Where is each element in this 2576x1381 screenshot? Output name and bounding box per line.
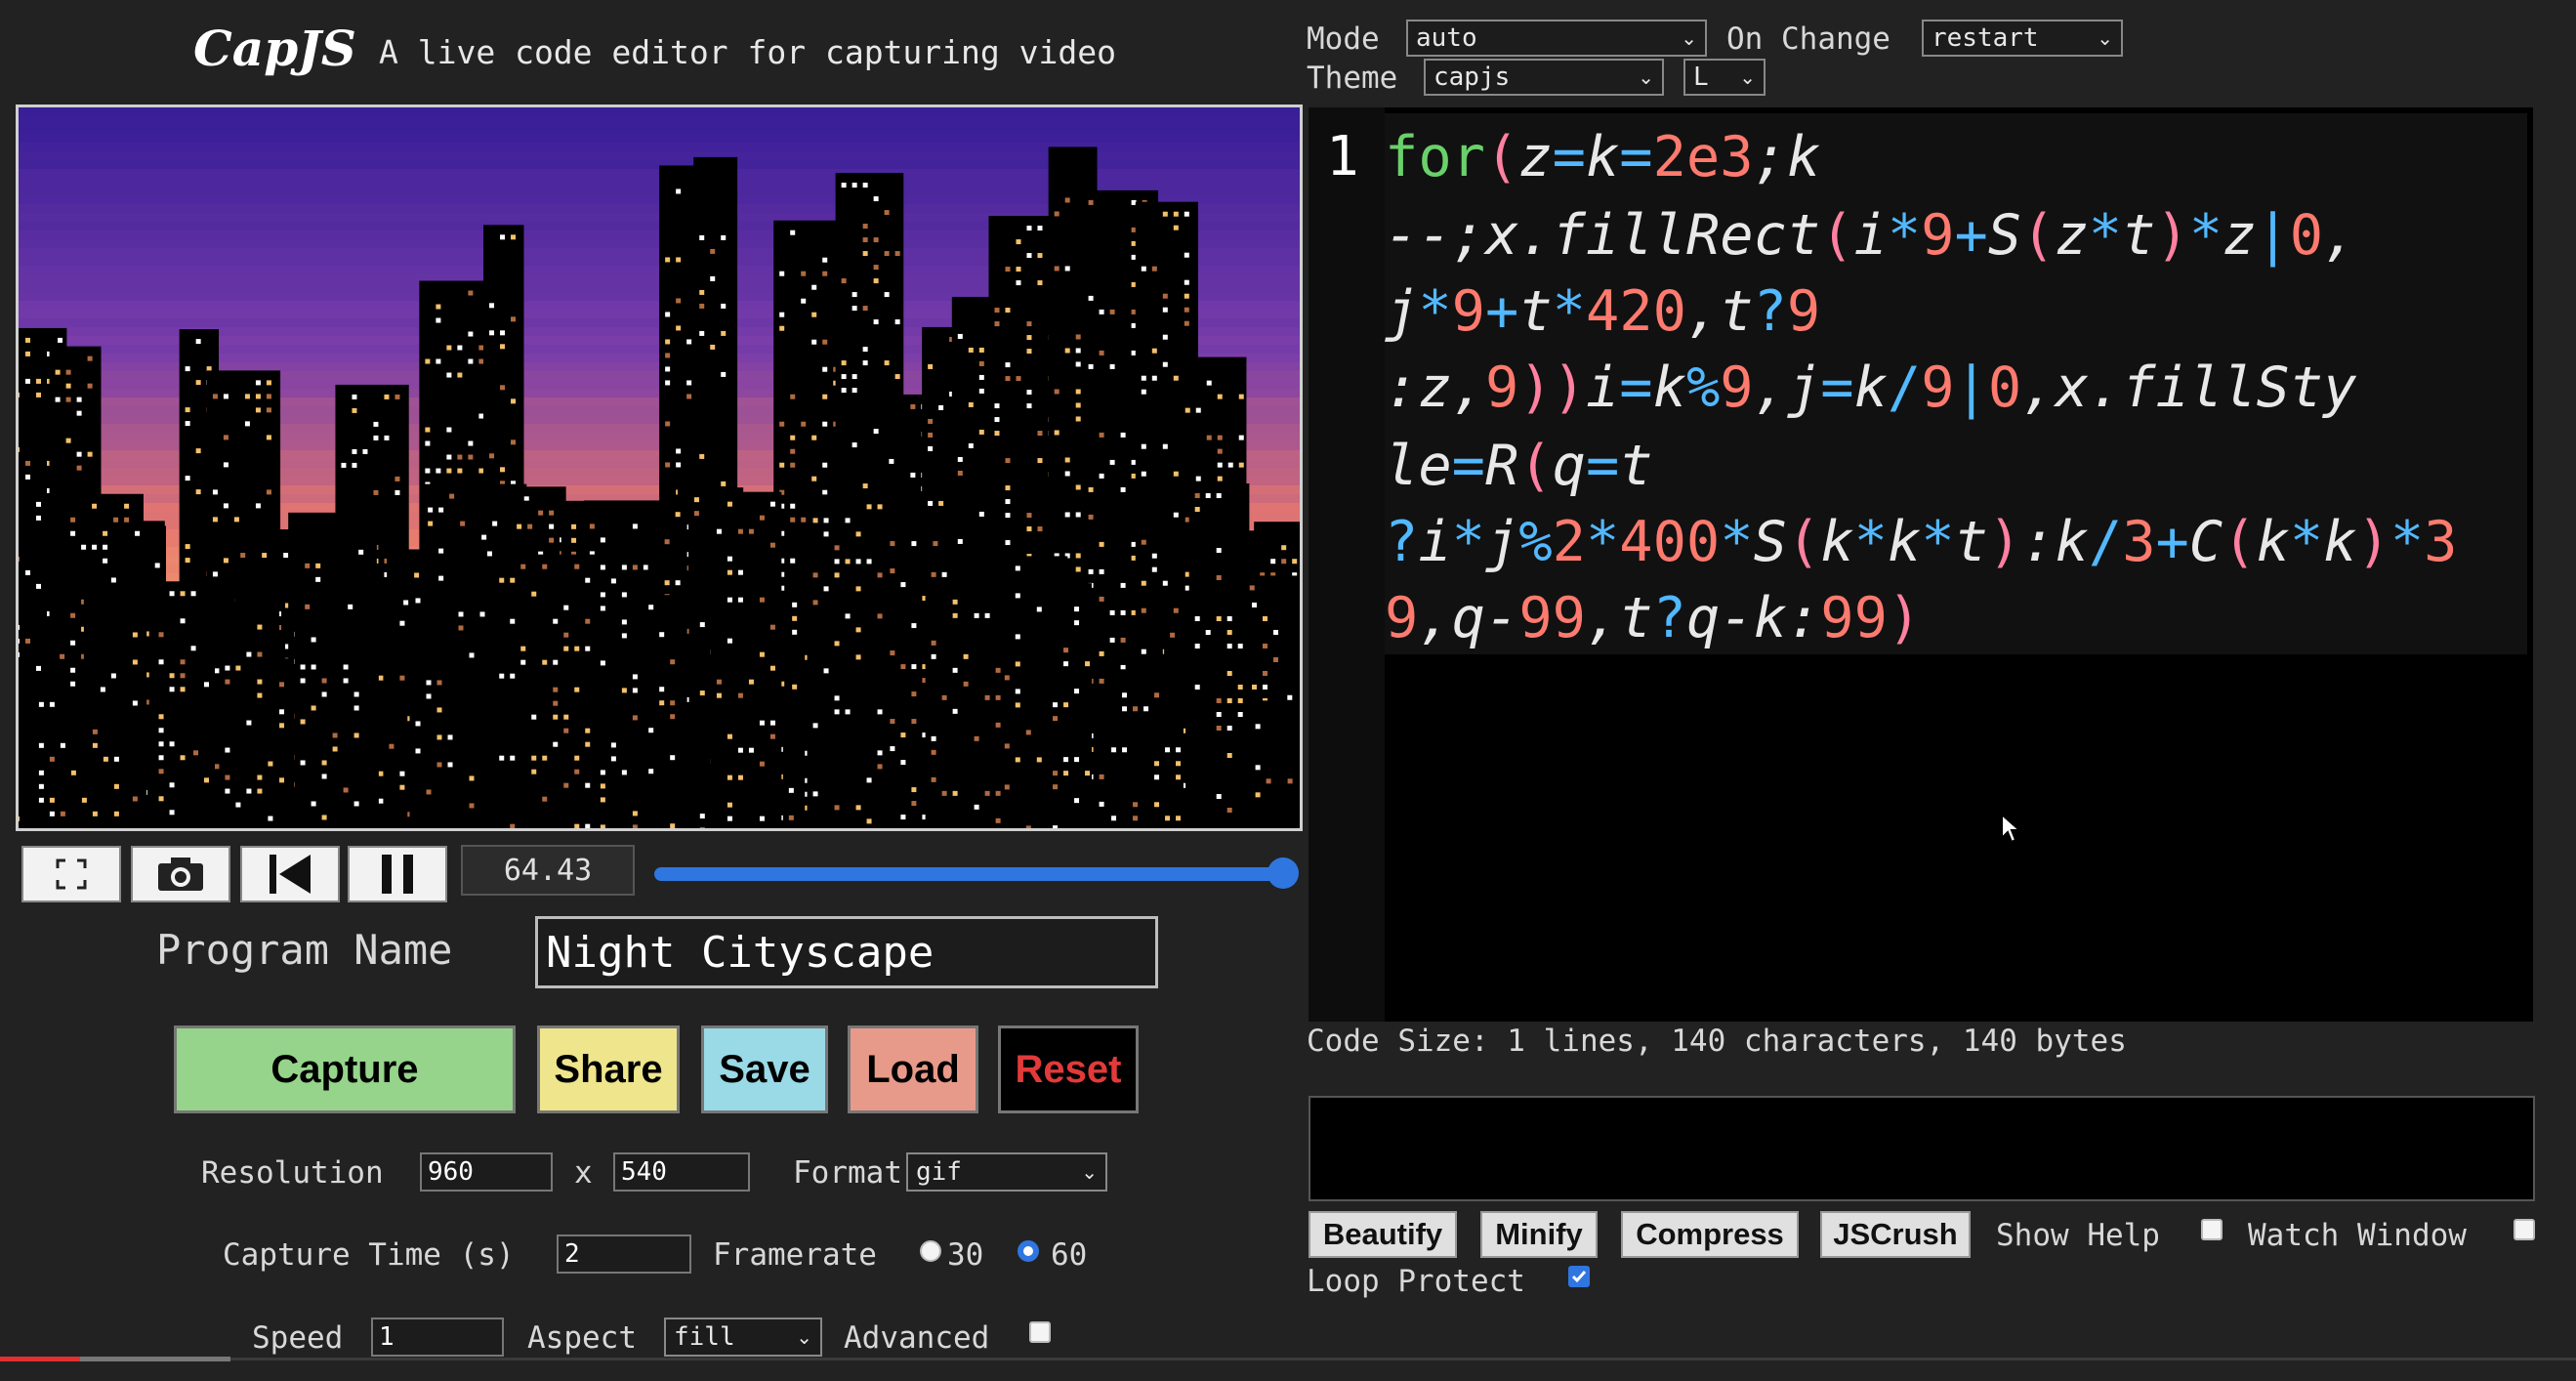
on-change-value: restart (1932, 23, 2039, 53)
fps-60-label: 60 (1051, 1237, 1088, 1273)
loop-protect-label: Loop Protect (1307, 1264, 1525, 1299)
preview-canvas[interactable] (16, 105, 1303, 831)
pause-icon (382, 855, 413, 894)
mode-select[interactable]: auto ⌄ (1406, 20, 1707, 57)
watch-window-label: Watch Window (2248, 1218, 2467, 1253)
framerate-label: Framerate (713, 1237, 877, 1273)
fps-30-radio[interactable] (920, 1240, 941, 1262)
output-console[interactable] (1309, 1096, 2535, 1201)
capture-time-label: Capture Time (s) (223, 1237, 515, 1273)
code-wrapped-line: j*9+t*420,t?9 (1385, 279, 1821, 344)
chevron-down-icon: ⌄ (1081, 1160, 1098, 1184)
theme-label: Theme (1307, 61, 1398, 96)
night-cityscape-render (19, 107, 1300, 828)
chevron-down-icon: ⌄ (2097, 26, 2113, 50)
minify-button[interactable]: Minify (1480, 1211, 1598, 1258)
fps-30-label: 30 (947, 1237, 984, 1273)
fullscreen-icon (56, 858, 87, 890)
font-size-select[interactable]: L ⌄ (1683, 59, 1766, 96)
reset-button[interactable]: Reset (998, 1025, 1139, 1113)
code-wrapped-line: for(z=k=2e3;k (1385, 125, 1821, 189)
compress-button[interactable]: Compress (1621, 1211, 1799, 1258)
camera-icon (158, 858, 203, 891)
speed-label: Speed (252, 1320, 344, 1356)
theme-select[interactable]: capjs ⌄ (1424, 59, 1664, 96)
fps-60-radio[interactable] (1018, 1240, 1039, 1262)
program-name-input[interactable] (535, 916, 1158, 988)
mouse-cursor-icon (2001, 813, 2021, 844)
resolution-label: Resolution (201, 1155, 384, 1191)
chevron-down-icon: ⌄ (1638, 65, 1654, 89)
app-tagline: A live code editor for capturing video (379, 33, 1116, 71)
width-input[interactable]: 960 (420, 1152, 553, 1192)
chevron-down-icon: ⌄ (1739, 65, 1756, 89)
checkmark-icon (1571, 1271, 1587, 1283)
timeline-slider-thumb[interactable] (1267, 858, 1299, 889)
format-select[interactable]: gif ⌄ (906, 1152, 1107, 1192)
video-progress-track (0, 1358, 2576, 1360)
theme-value: capjs (1433, 63, 1511, 92)
program-name-label: Program Name (156, 926, 453, 974)
format-label: Format (793, 1155, 902, 1191)
restart-button[interactable] (240, 846, 340, 902)
speed-input[interactable]: 1 (371, 1318, 504, 1357)
chevron-down-icon: ⌄ (1681, 26, 1697, 50)
aspect-value: fill (674, 1322, 735, 1352)
skip-to-start-icon (270, 855, 311, 894)
save-button[interactable]: Save (701, 1025, 828, 1113)
height-input[interactable]: 540 (613, 1152, 750, 1192)
time-display: 64.43 (461, 845, 635, 896)
timeline-slider[interactable] (654, 867, 1289, 881)
on-change-select[interactable]: restart ⌄ (1922, 20, 2123, 57)
code-size-info: Code Size: 1 lines, 140 characters, 140 … (1307, 1024, 2127, 1059)
code-wrapped-line: 9,q-99,t?q-k:99) (1385, 586, 1922, 650)
advanced-label: Advanced (844, 1320, 990, 1356)
mode-label: Mode (1307, 21, 1380, 57)
code-wrapped-line: :z,9))i=k%9,j=k/9|0,x.fillSty (1385, 356, 2357, 420)
pause-button[interactable] (348, 846, 447, 902)
video-progress-buffered (80, 1357, 230, 1361)
code-wrapped-line: --;x.fillRect(i*9+S(z*t)*z|0, (1385, 203, 2357, 268)
line-number: 1 (1326, 125, 1359, 188)
code-wrapped-line: ?i*j%2*400*S(k*k*t):k/3+C(k*k)*3 (1385, 510, 2458, 574)
fullscreen-button[interactable] (21, 846, 121, 902)
editor-gutter (1309, 107, 1385, 1022)
show-help-label: Show Help (1996, 1218, 2160, 1253)
app-logo: CapJS (193, 20, 356, 77)
screenshot-button[interactable] (131, 846, 230, 902)
mode-value: auto (1416, 23, 1477, 53)
share-button[interactable]: Share (537, 1025, 680, 1113)
on-change-label: On Change (1726, 21, 1890, 57)
watch-window-checkbox[interactable] (2514, 1219, 2535, 1240)
code-wrapped-line: le=R(q=t (1385, 434, 1653, 498)
chevron-down-icon: ⌄ (796, 1325, 812, 1349)
jscrush-button[interactable]: JSCrush (1820, 1211, 1971, 1258)
show-help-checkbox[interactable] (2201, 1219, 2223, 1240)
load-button[interactable]: Load (848, 1025, 978, 1113)
capture-time-input[interactable]: 2 (557, 1235, 691, 1274)
loop-protect-checkbox[interactable] (1568, 1266, 1590, 1287)
resolution-x-label: x (574, 1155, 593, 1191)
font-size-value: L (1693, 63, 1709, 92)
format-value: gif (916, 1157, 962, 1187)
aspect-label: Aspect (527, 1320, 637, 1356)
capture-button[interactable]: Capture (174, 1025, 516, 1113)
advanced-checkbox[interactable] (1029, 1321, 1051, 1343)
beautify-button[interactable]: Beautify (1309, 1211, 1457, 1258)
aspect-select[interactable]: fill ⌄ (664, 1318, 822, 1357)
video-progress-played (0, 1357, 80, 1361)
